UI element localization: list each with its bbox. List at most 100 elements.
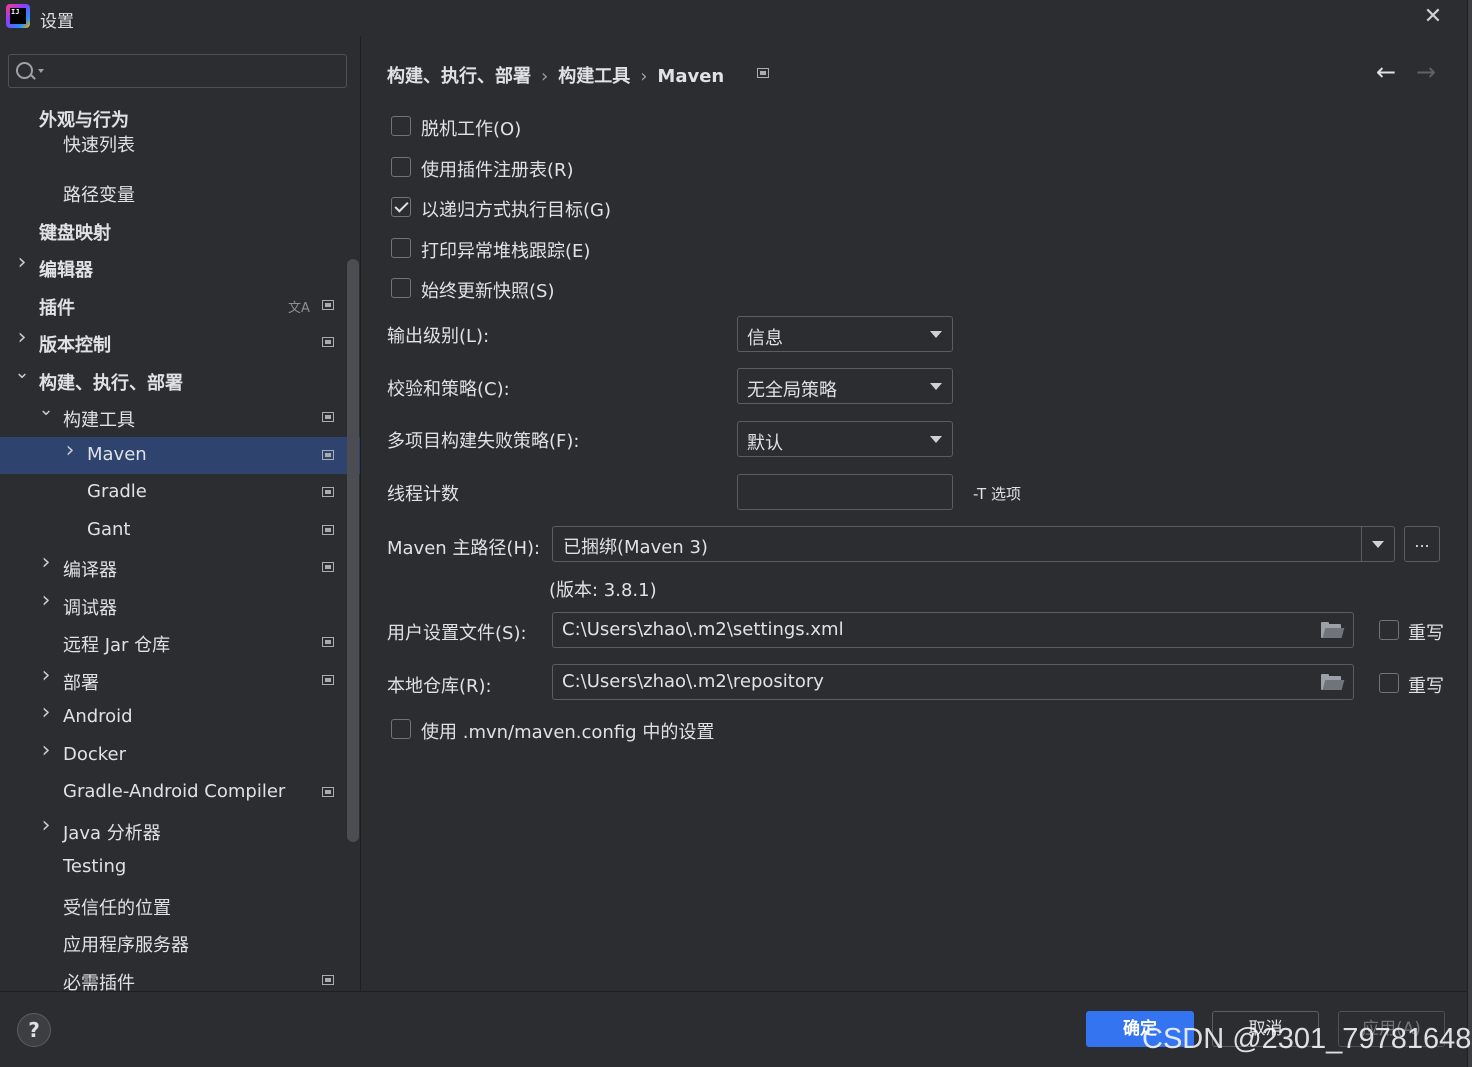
apply-button[interactable]: 应用(A) [1338, 1011, 1445, 1047]
multiproject-fail-select[interactable]: 默认 [737, 421, 953, 457]
sidebar-item[interactable]: Gant [0, 512, 360, 549]
local-repo-input[interactable]: C:\Users\zhao\.m2\repository [552, 664, 1354, 700]
project-scope-icon [322, 562, 334, 572]
maven-home-browse-button[interactable]: ... [1404, 526, 1440, 562]
checksum-policy-select[interactable]: 无全局策略 [737, 368, 953, 404]
cancel-button[interactable]: 取消 [1212, 1011, 1319, 1047]
output-level-select[interactable]: 信息 [737, 316, 953, 352]
chevron-right-icon[interactable]: › [38, 740, 54, 762]
chevron-right-icon[interactable]: › [38, 590, 54, 612]
sidebar-item-label: 版本控制 [39, 335, 111, 356]
print-stacktrace-checkbox[interactable] [391, 238, 411, 258]
folder-icon[interactable] [1321, 674, 1345, 690]
thread-count-input[interactable] [737, 474, 953, 510]
project-scope-icon [322, 487, 334, 497]
sidebar-item[interactable]: › 调试器 [0, 587, 360, 624]
search-input[interactable] [8, 54, 347, 88]
sidebar-item-label: 应用程序服务器 [63, 935, 189, 956]
sidebar-item[interactable]: › 部署 [0, 662, 360, 699]
sidebar-item-label: 构建工具 [63, 410, 135, 431]
sidebar-item[interactable]: › 编辑器 [0, 249, 360, 286]
sidebar-item-label: 插件 [39, 298, 75, 319]
sidebar-item-label: 键盘映射 [39, 223, 111, 244]
sidebar-item[interactable]: 快速列表 [0, 124, 360, 161]
sidebar-item-label: Gradle [87, 481, 147, 502]
sidebar-item-label: Android [63, 706, 133, 727]
update-snapshots-label: 始终更新快照(S) [421, 281, 555, 302]
sidebar-item[interactable]: 远程 Jar 仓库 [0, 624, 360, 661]
thread-count-note: -T 选项 [973, 485, 1021, 503]
sidebar-item[interactable]: 路径变量 [0, 174, 360, 211]
chevron-right-icon[interactable]: › [38, 665, 54, 687]
breadcrumb-item[interactable]: 构建、执行、部署 [387, 66, 531, 87]
sidebar-item-label: Gant [87, 519, 131, 540]
chevron-down-icon[interactable]: ⌄ [38, 401, 54, 419]
forward-arrow-icon[interactable]: → [1416, 58, 1436, 86]
maven-home-label: Maven 主路径(H): [387, 538, 541, 559]
chevron-right-icon[interactable]: › [14, 327, 30, 349]
recursive-checkbox[interactable] [391, 197, 411, 217]
sidebar-item[interactable]: Testing [0, 849, 360, 886]
project-scope-icon [757, 68, 769, 78]
sidebar-item[interactable]: › Java 分析器 [0, 812, 360, 849]
sidebar-item[interactable]: ⌄ 构建、执行、部署 [0, 362, 360, 399]
sidebar-scrollbar[interactable] [347, 259, 359, 842]
sidebar-item-label: 路径变量 [63, 185, 135, 206]
sidebar-item[interactable]: 插件 文A [0, 287, 360, 324]
breadcrumb-item[interactable]: 构建工具 [558, 66, 630, 87]
chevron-right-icon[interactable]: › [38, 702, 54, 724]
sidebar-item-label: 快速列表 [63, 135, 135, 156]
dropdown-arrow-icon [930, 436, 942, 443]
folder-icon[interactable] [1321, 622, 1345, 638]
project-scope-icon [322, 300, 334, 310]
print-stacktrace-label: 打印异常堆栈跟踪(E) [421, 241, 591, 262]
sidebar-item[interactable]: › 版本控制 [0, 324, 360, 361]
local-repo-override-checkbox[interactable] [1379, 673, 1399, 693]
sidebar-item[interactable]: ⌄ 构建工具 [0, 399, 360, 436]
maven-home-select[interactable]: 已捆绑(Maven 3) [552, 526, 1395, 562]
chevron-right-icon[interactable]: › [38, 815, 54, 837]
mvn-config-label: 使用 .mvn/maven.config 中的设置 [421, 722, 715, 743]
chevron-right-icon[interactable]: › [38, 552, 54, 574]
sidebar-item-label: 远程 Jar 仓库 [63, 635, 171, 656]
plugin-registry-label: 使用插件注册表(R) [421, 160, 574, 181]
sidebar-item-label: 调试器 [63, 598, 117, 619]
sidebar-item-label: 编辑器 [39, 260, 93, 281]
offline-checkbox[interactable] [391, 116, 411, 136]
user-settings-override-checkbox[interactable] [1379, 620, 1399, 640]
output-level-label: 输出级别(L): [387, 326, 490, 347]
sidebar-item[interactable]: 受信任的位置 [0, 887, 360, 924]
app-logo-icon: IJ [6, 4, 30, 28]
mvn-config-checkbox[interactable] [391, 719, 411, 739]
sidebar-item[interactable]: › Docker [0, 737, 360, 774]
close-icon[interactable]: ✕ [1420, 4, 1446, 30]
sidebar-item[interactable]: › Maven [0, 437, 360, 474]
maven-version-text: (版本: 3.8.1) [549, 580, 657, 601]
update-snapshots-checkbox[interactable] [391, 278, 411, 298]
settings-sidebar: 外观与行为 快速列表 路径变量 键盘映射 › 编辑器 插件 文A › 版本控制 ⌄ 构建、执行、部署 ⌄… [0, 36, 360, 994]
back-arrow-icon[interactable]: ← [1376, 58, 1396, 86]
maven-home-value: 已捆绑(Maven 3) [563, 537, 708, 558]
sidebar-item[interactable]: Gradle-Android Compiler [0, 774, 360, 811]
project-scope-icon [322, 450, 334, 460]
chevron-right-icon[interactable]: › [14, 252, 30, 274]
chevron-right-icon[interactable]: › [62, 440, 78, 462]
ok-button[interactable]: 确定 [1086, 1011, 1194, 1047]
plugin-registry-checkbox[interactable] [391, 157, 411, 177]
output-level-value: 信息 [747, 328, 783, 349]
local-repo-override-label: 重写 [1408, 676, 1444, 697]
project-scope-icon [322, 412, 334, 422]
sidebar-item[interactable]: 应用程序服务器 [0, 924, 360, 961]
sidebar-item[interactable]: 键盘映射 [0, 212, 360, 249]
dropdown-arrow-icon [930, 383, 942, 390]
project-scope-icon [322, 975, 334, 985]
user-settings-input[interactable]: C:\Users\zhao\.m2\settings.xml [552, 612, 1354, 648]
help-button[interactable]: ? [17, 1013, 51, 1047]
sidebar-item-label: 编译器 [63, 560, 117, 581]
sidebar-item[interactable]: › Android [0, 699, 360, 736]
user-settings-label: 用户设置文件(S): [387, 623, 527, 644]
sidebar-item[interactable]: › 编译器 [0, 549, 360, 586]
sidebar-item[interactable]: Gradle [0, 474, 360, 511]
dropdown-arrow-icon [930, 331, 942, 338]
chevron-down-icon[interactable]: ⌄ [14, 364, 30, 382]
